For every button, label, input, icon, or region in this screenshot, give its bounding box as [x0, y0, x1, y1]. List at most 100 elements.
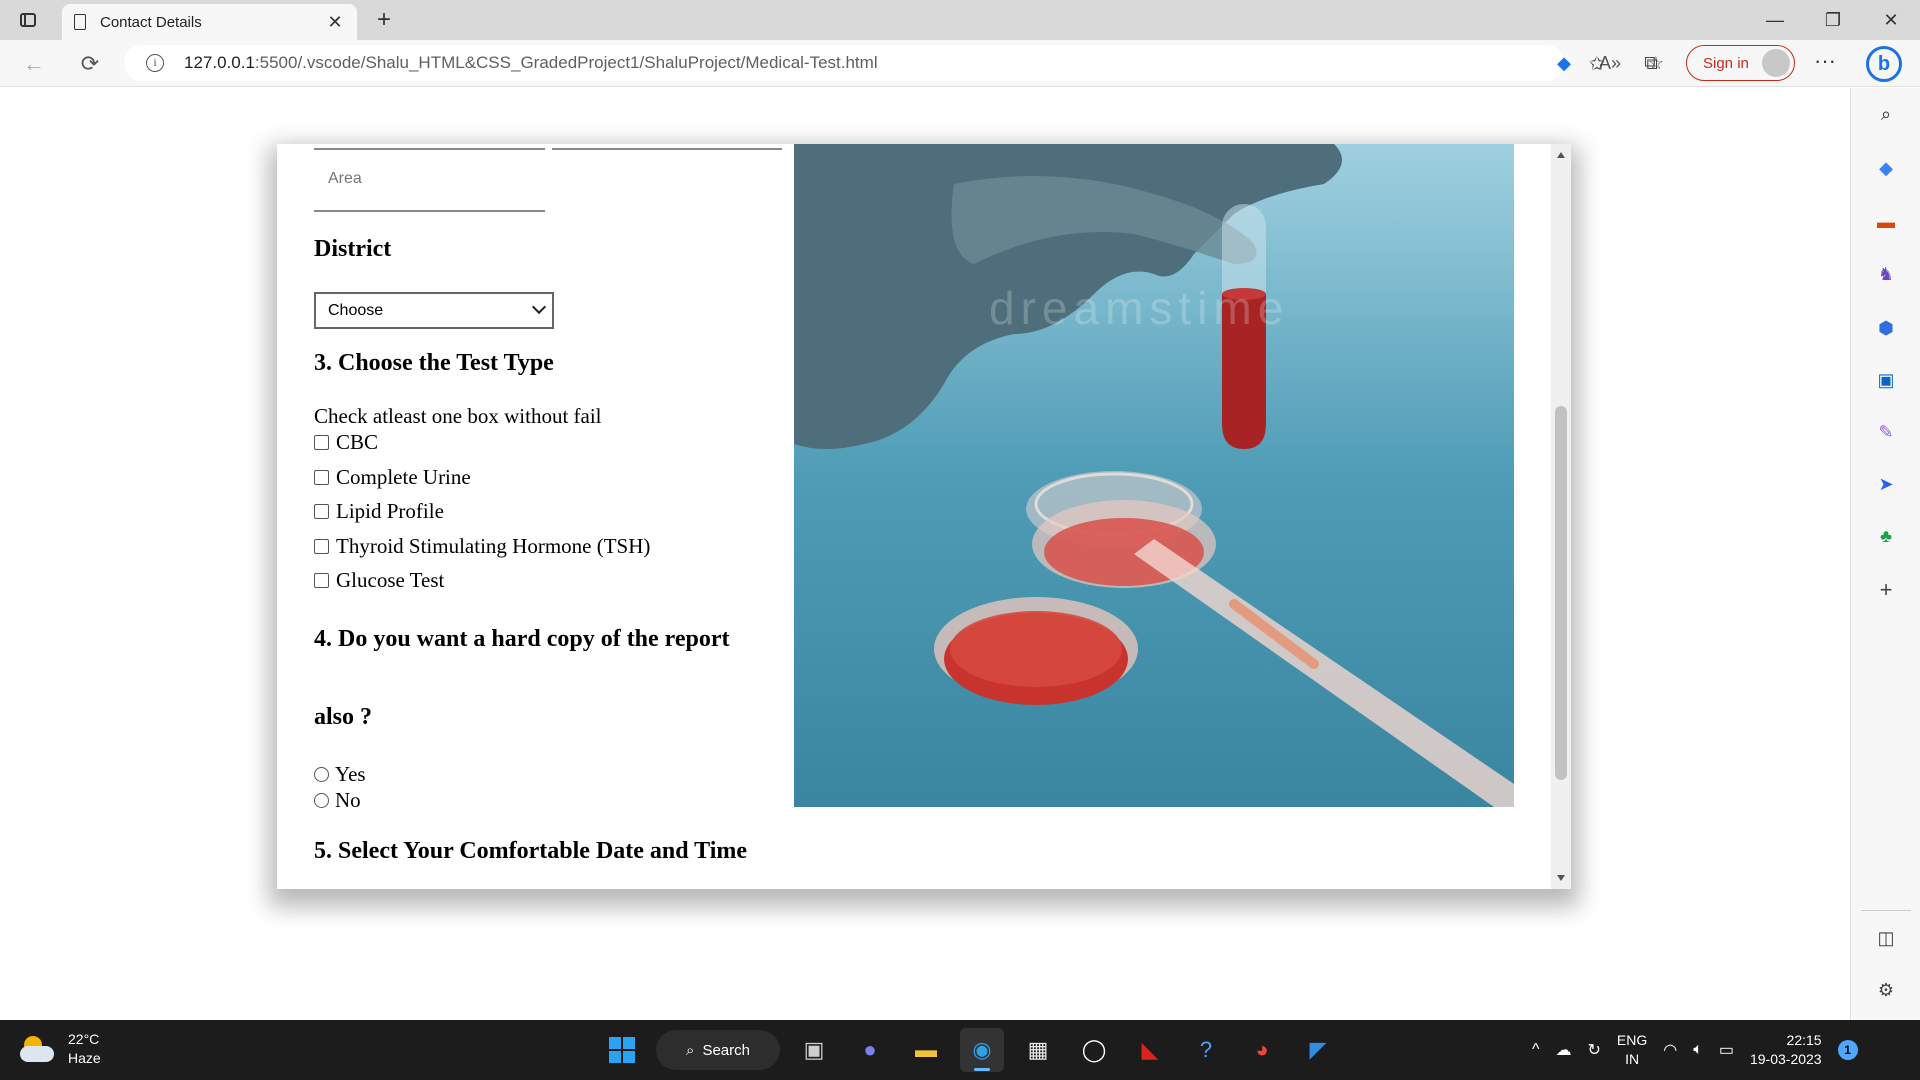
start-button[interactable]: [600, 1028, 644, 1072]
bing-chat-icon[interactable]: b: [1866, 46, 1902, 82]
hard-copy-heading-line2: also ?: [314, 704, 373, 730]
field-underline: [552, 148, 782, 150]
url-path: :5500/.vscode/Shalu_HTML&CSS_GradedProje…: [254, 53, 878, 72]
chevron-down-icon: [531, 299, 547, 315]
page-icon: [74, 14, 86, 30]
hard-copy-option-yes[interactable]: Yes: [314, 762, 366, 787]
clock[interactable]: 22:15 19-03-2023: [1750, 1031, 1822, 1069]
district-heading: District: [314, 236, 392, 262]
sign-in-button[interactable]: Sign in: [1686, 45, 1795, 81]
teams-chat-icon[interactable]: ●: [848, 1028, 892, 1072]
close-window-button[interactable]: ✕: [1862, 0, 1920, 40]
battery-icon[interactable]: ▭: [1719, 1040, 1734, 1060]
sync-icon[interactable]: ↻: [1588, 1040, 1601, 1060]
close-tab-icon[interactable]: ✕: [325, 12, 345, 33]
url-host: 127.0.0.1: [184, 53, 255, 72]
test-option-cbc[interactable]: CBC: [314, 430, 378, 455]
checkbox[interactable]: [314, 435, 329, 450]
field-underline: [314, 148, 545, 150]
tools-icon[interactable]: ▬: [1874, 210, 1898, 234]
outlook-icon[interactable]: ▣: [1874, 368, 1898, 392]
radio-button[interactable]: [314, 793, 329, 808]
clock-date: 19-03-2023: [1749, 1051, 1822, 1067]
address-bar[interactable]: i 127.0.0.1:5500/.vscode/Shalu_HTML&CSS_…: [124, 45, 1664, 81]
medical-test-form-card: Area District Choose 3. Choose the Test …: [277, 144, 1571, 889]
get-help-icon[interactable]: ?: [1184, 1028, 1228, 1072]
refresh-button[interactable]: ⟳: [74, 48, 106, 80]
site-info-icon[interactable]: i: [146, 54, 164, 72]
taskbar-search[interactable]: ⌕ Search: [656, 1030, 780, 1070]
temperature: 22°C: [68, 1031, 100, 1047]
volume-icon[interactable]: 🔈︎: [1693, 1041, 1703, 1059]
favorites-icon[interactable]: ✩: [1580, 53, 1614, 76]
microsoft-store-icon[interactable]: ▦: [1016, 1028, 1060, 1072]
more-options-icon[interactable]: ···: [1810, 48, 1840, 74]
new-tab-button[interactable]: +: [370, 6, 398, 34]
page-scrollbar[interactable]: [1551, 144, 1571, 889]
test-type-note: Check atleast one box without fail: [314, 404, 602, 428]
shopping-icon[interactable]: ◆: [1874, 156, 1898, 180]
sidebar-divider: [1861, 910, 1911, 911]
clock-time: 22:15: [1786, 1032, 1822, 1048]
lang-line2: IN: [1625, 1051, 1640, 1067]
vscode-icon[interactable]: ◤: [1296, 1028, 1340, 1072]
edge-sidebar: ⌕ ◆ ▬ ♞ ⬢ ▣ ✎ ➤ ♣ + ◫ ⚙: [1850, 88, 1920, 1020]
microsoft-365-icon[interactable]: ⬢: [1874, 316, 1898, 340]
weather-widget[interactable]: 22°C Haze: [20, 1030, 101, 1068]
search-icon: ⌕: [686, 1041, 695, 1059]
send-icon[interactable]: ➤: [1874, 472, 1898, 496]
test-option-complete-urine[interactable]: Complete Urine: [314, 465, 471, 490]
tab-title: Contact Details: [100, 13, 202, 31]
avatar: [1762, 49, 1790, 77]
checkbox[interactable]: [314, 573, 329, 588]
search-label: Search: [702, 1041, 750, 1059]
checkbox[interactable]: [314, 504, 329, 519]
games-icon[interactable]: ♞: [1874, 262, 1898, 286]
hard-copy-heading-line1: 4. Do you want a hard copy of the report: [314, 626, 730, 652]
date-time-heading: 5. Select Your Comfortable Date and Time: [314, 838, 748, 864]
hard-copy-option-no[interactable]: No: [314, 788, 361, 813]
test-option-glucose[interactable]: Glucose Test: [314, 568, 444, 593]
test-option-tsh[interactable]: Thyroid Stimulating Hormone (TSH): [314, 534, 650, 559]
navigation-bar: ← ⟳ i 127.0.0.1:5500/.vscode/Shalu_HTML&…: [0, 40, 1920, 87]
notification-badge[interactable]: 1: [1837, 1040, 1858, 1060]
file-explorer-icon[interactable]: ▬: [904, 1028, 948, 1072]
checkbox[interactable]: [314, 470, 329, 485]
shopping-tag-icon[interactable]: ◆: [1552, 53, 1576, 74]
add-sidebar-app-icon[interactable]: +: [1874, 577, 1898, 602]
language-indicator[interactable]: ENG IN: [1617, 1031, 1647, 1069]
chrome-icon[interactable]: ◕: [1240, 1028, 1284, 1072]
district-select[interactable]: Choose: [314, 292, 554, 329]
github-icon[interactable]: ◯: [1072, 1028, 1116, 1072]
task-view-icon[interactable]: ▣: [792, 1028, 836, 1072]
designer-icon[interactable]: ✎: [1874, 420, 1898, 444]
wifi-icon[interactable]: ◠: [1663, 1040, 1677, 1060]
checkbox[interactable]: [314, 539, 329, 554]
edge-browser-icon[interactable]: ◉: [960, 1028, 1004, 1072]
windows-logo-icon: [609, 1037, 635, 1063]
settings-gear-icon[interactable]: ⚙: [1874, 978, 1898, 1002]
collections-icon[interactable]: ⧉: [1634, 53, 1668, 75]
test-option-lipid-profile[interactable]: Lipid Profile: [314, 499, 444, 524]
mcafee-icon[interactable]: ◣: [1128, 1028, 1172, 1072]
sign-in-label: Sign in: [1703, 54, 1749, 72]
minimize-button[interactable]: —: [1746, 0, 1804, 40]
radio-button[interactable]: [314, 767, 329, 782]
hide-sidebar-icon[interactable]: ◫: [1874, 926, 1898, 950]
back-button[interactable]: ←: [18, 48, 50, 80]
scroll-thumb[interactable]: [1555, 406, 1567, 780]
tree-icon[interactable]: ♣: [1874, 524, 1898, 548]
scroll-down-arrow-icon[interactable]: [1557, 875, 1565, 881]
show-hidden-icons-icon[interactable]: ^: [1532, 1041, 1540, 1059]
watermark-text: dreamstime: [989, 282, 1289, 334]
scroll-up-arrow-icon[interactable]: [1557, 152, 1565, 158]
search-icon[interactable]: ⌕: [1874, 102, 1898, 126]
restore-button[interactable]: ❐: [1804, 0, 1862, 40]
lang-line1: ENG: [1616, 1032, 1648, 1048]
area-input[interactable]: Area: [328, 170, 362, 188]
weather-condition: Haze: [68, 1050, 101, 1066]
windows-taskbar: 22°C Haze ⌕ Search ▣ ● ▬ ◉ ▦ ◯ ◣ ? ◕ ◤ ^ …: [0, 1020, 1920, 1080]
onedrive-cloud-icon[interactable]: ☁: [1556, 1040, 1572, 1060]
tab-contact-details[interactable]: Contact Details ✕: [62, 4, 357, 40]
tab-actions-icon[interactable]: [14, 8, 42, 32]
